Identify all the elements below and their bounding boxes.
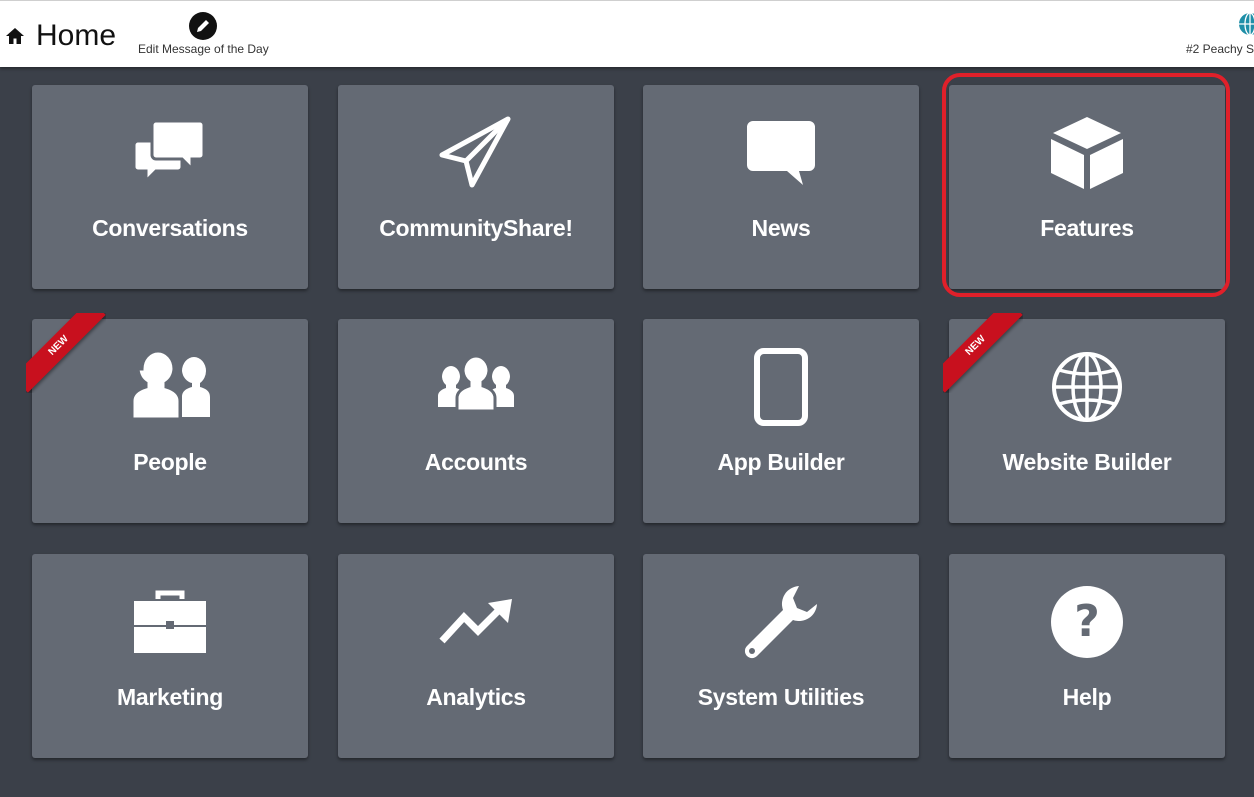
home-icon[interactable] bbox=[5, 26, 25, 46]
tile-label: Accounts bbox=[424, 449, 528, 475]
tile-label: App Builder bbox=[717, 449, 845, 475]
tile-label: Conversations bbox=[92, 215, 248, 241]
globe-icon bbox=[1239, 12, 1254, 36]
tile-website-builder[interactable]: NEW Website Builder bbox=[943, 313, 1225, 523]
globe-icon bbox=[1052, 352, 1122, 422]
wrench-icon bbox=[744, 586, 817, 659]
tile-news[interactable]: News bbox=[643, 85, 919, 289]
tile-help[interactable]: ? Help bbox=[949, 554, 1225, 758]
tile-app-builder[interactable]: App Builder bbox=[643, 319, 919, 523]
tile-people[interactable]: NEW People bbox=[26, 313, 308, 523]
tile-label: Marketing bbox=[117, 684, 223, 710]
people-icon bbox=[130, 351, 210, 421]
group-icon bbox=[438, 357, 514, 413]
tile-label: Analytics bbox=[426, 684, 526, 710]
paper-plane-icon bbox=[439, 116, 511, 188]
tile-label: Website Builder bbox=[1002, 449, 1172, 475]
tile-conversations[interactable]: Conversations bbox=[32, 85, 308, 289]
trend-up-icon bbox=[439, 599, 512, 644]
tile-label: System Utilities bbox=[697, 684, 865, 710]
tile-communityshare[interactable]: CommunityShare! bbox=[338, 85, 614, 289]
tile-system-utilities[interactable]: System Utilities bbox=[643, 554, 919, 758]
top-header: Home Edit Message of the Day #2 Peachy S… bbox=[0, 0, 1254, 67]
tile-features[interactable]: Features bbox=[949, 85, 1225, 289]
tablet-icon bbox=[754, 348, 808, 426]
edit-motd-label: Edit Message of the Day bbox=[138, 42, 269, 56]
account-switcher[interactable]: #2 Peachy Sc bbox=[1174, 9, 1254, 61]
tile-analytics[interactable]: Analytics bbox=[338, 554, 614, 758]
tile-label: News bbox=[751, 215, 811, 241]
tile-accounts[interactable]: Accounts bbox=[338, 319, 614, 523]
tile-label: Features bbox=[1040, 215, 1134, 241]
edit-motd-button[interactable]: Edit Message of the Day bbox=[138, 9, 270, 61]
speech-bubble-icon bbox=[747, 121, 815, 185]
svg-text:?: ? bbox=[1074, 596, 1100, 647]
question-icon: ? bbox=[1051, 586, 1123, 658]
briefcase-icon bbox=[134, 590, 206, 653]
tile-label: CommunityShare! bbox=[379, 215, 573, 241]
tile-marketing[interactable]: Marketing bbox=[32, 554, 308, 758]
pencil-icon bbox=[189, 12, 217, 40]
tile-label: Help bbox=[1062, 684, 1112, 710]
account-name: #2 Peachy Sc bbox=[1185, 42, 1254, 56]
page-title: Home bbox=[36, 19, 117, 52]
tile-label: People bbox=[133, 449, 207, 475]
cube-icon bbox=[1051, 117, 1123, 189]
chat-bubbles-icon bbox=[134, 119, 206, 185]
